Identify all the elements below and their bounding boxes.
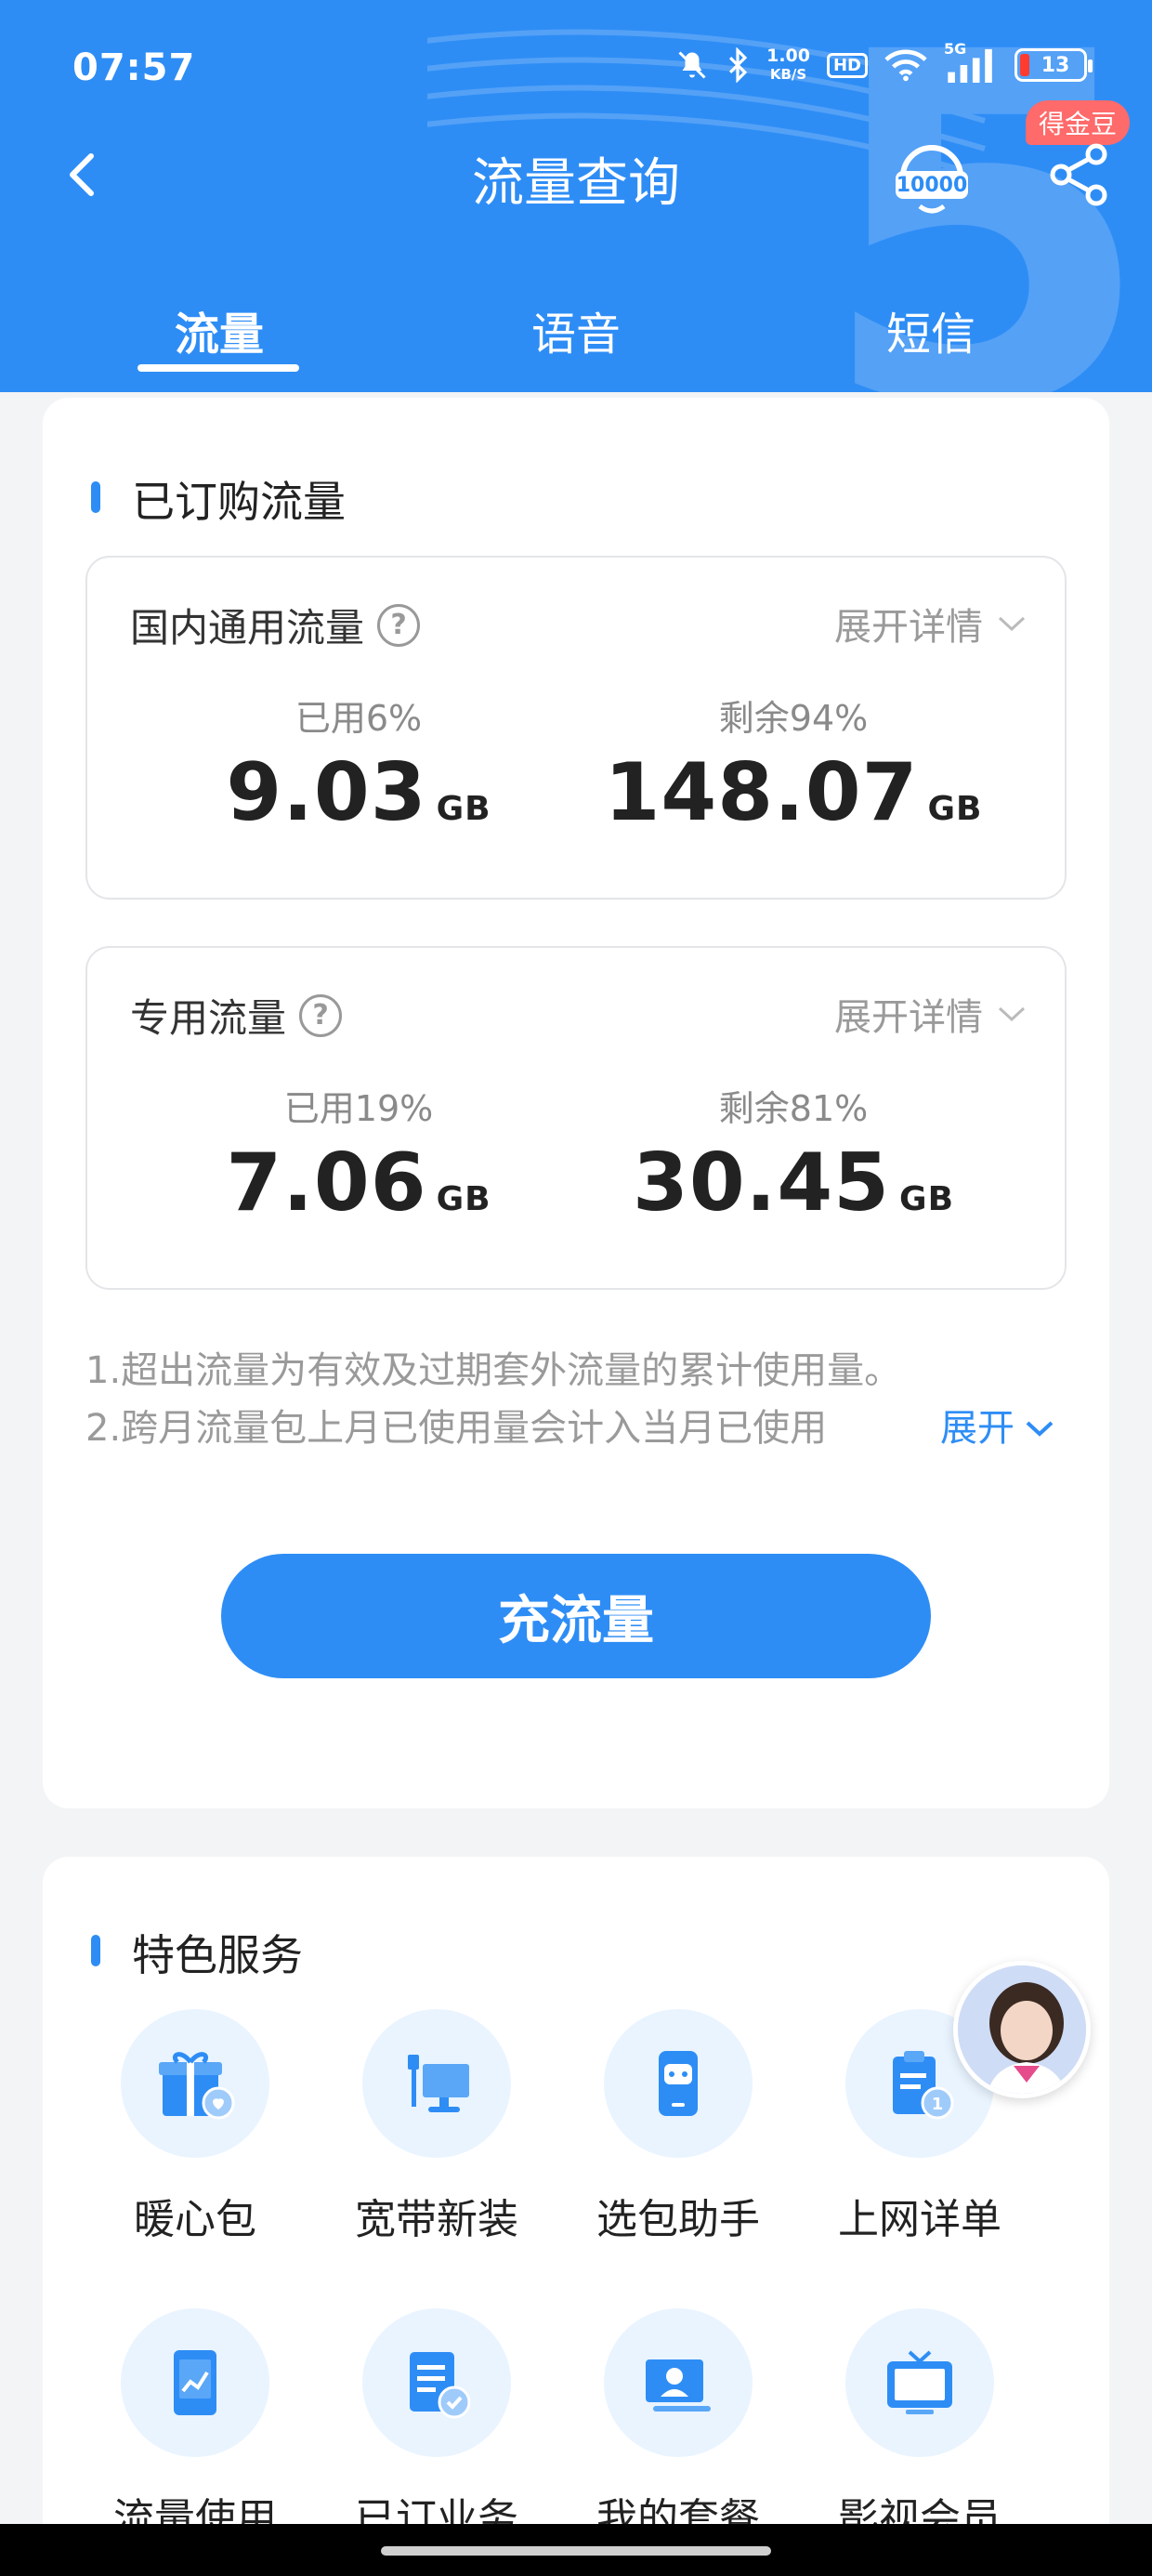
service-item-data-usage[interactable]: 流量使用	[93, 2308, 297, 2544]
usage-box-title: 专用流量 ?	[130, 987, 343, 1044]
remaining-percent: 剩余81%	[718, 1088, 869, 1129]
service-item-warm-package[interactable]: 暖心包	[93, 2009, 297, 2245]
usage-notes: 1.超出流量为有效及过期套外流量的累计使用量。 2.跨月流量包上月已使用量会计入…	[85, 1342, 1070, 1457]
tab-bar: 流量 语音 短信	[0, 288, 1152, 372]
tab-voice[interactable]: 语音	[465, 297, 687, 362]
section-accent-bar	[91, 1935, 100, 1966]
profile-card-icon	[646, 2359, 711, 2412]
signal-5g-icon: 5G	[944, 40, 998, 83]
tab-data[interactable]: 流量	[108, 297, 331, 362]
gold-bean-badge[interactable]: 得金豆	[1026, 100, 1131, 145]
bluetooth-icon	[726, 47, 750, 83]
broadband-icon	[408, 2055, 469, 2112]
remaining-column: 剩余94% 148.07 GB	[580, 690, 1007, 839]
remaining-amount: 30.45 GB	[632, 1137, 955, 1229]
tab-sms[interactable]: 短信	[819, 297, 1042, 362]
chevron-down-icon	[998, 616, 1026, 632]
section-title-services: 特色服务	[91, 1922, 303, 1983]
clipboard-icon: 1	[893, 2051, 954, 2120]
share-icon	[1050, 143, 1107, 206]
help-icon[interactable]: ?	[299, 993, 343, 1037]
usage-box-dedicated: 专用流量 ? 展开详情 已用19% 7.06 GB 剩余81% 30.45 GB	[85, 946, 1067, 1290]
remaining-amount: 148.07 GB	[604, 746, 983, 839]
mute-bell-icon	[675, 48, 709, 82]
phone-chart-icon	[174, 2350, 216, 2415]
svg-text:1: 1	[932, 2095, 944, 2114]
page-title: 流量查询	[472, 153, 680, 214]
expand-details-button[interactable]: 展开详情	[834, 597, 1028, 651]
wifi-icon	[884, 48, 927, 82]
document-check-icon	[410, 2352, 471, 2419]
10000-service-icon: 10000	[896, 145, 968, 214]
service-item-plan-assistant[interactable]: 选包助手	[576, 2009, 780, 2245]
gift-heart-icon	[159, 2052, 235, 2120]
featured-services-card: 特色服务 暖心包 宽带新装 选包助手 1 上网详单 流量使用 已订业务 我的套餐…	[43, 1857, 1109, 2563]
chevron-down-icon	[998, 1006, 1026, 1022]
header: 5G 07:57 1.00 KB/S HD 5G 13	[0, 0, 1152, 392]
section-title-subscribed: 已订购流量	[91, 468, 346, 530]
used-column: 已用6% 9.03 GB	[145, 690, 572, 839]
status-icons: 1.00 KB/S HD 5G 13	[675, 40, 1093, 84]
share-button[interactable]	[1048, 141, 1111, 208]
battery-indicator: 13	[1015, 48, 1093, 82]
status-bar: 07:57 1.00 KB/S HD 5G 13	[0, 0, 1152, 139]
svg-text:10000: 10000	[897, 174, 968, 197]
help-icon[interactable]: ?	[377, 603, 421, 647]
used-amount: 9.03 GB	[226, 746, 491, 839]
remaining-percent: 剩余94%	[718, 698, 869, 739]
section-accent-bar	[91, 481, 100, 513]
recharge-data-button[interactable]: 充流量	[221, 1554, 931, 1678]
service-item-subscribed-services[interactable]: 已订业务	[334, 2308, 539, 2544]
remaining-column: 剩余81% 30.45 GB	[580, 1080, 1007, 1229]
chevron-down-icon	[1026, 1421, 1054, 1437]
status-time: 07:57	[72, 46, 196, 89]
used-percent: 已用6%	[295, 698, 423, 739]
network-speed: 1.00 KB/S	[766, 46, 810, 83]
assistant-avatar[interactable]	[953, 1961, 1091, 2098]
service-item-my-plan[interactable]: 我的套餐	[576, 2308, 780, 2544]
used-amount: 7.06 GB	[226, 1137, 491, 1229]
service-item-video-membership[interactable]: 影视会员	[818, 2308, 1022, 2544]
customer-service-10000-button[interactable]: 10000	[892, 139, 972, 219]
used-percent: 已用19%	[283, 1088, 434, 1129]
usage-box-domestic: 国内通用流量 ? 展开详情 已用6% 9.03 GB 剩余94% 148.07 GB	[85, 556, 1067, 900]
note-line-2: 2.跨月流量包上月已使用量会计入当月已使用 展开	[85, 1400, 1070, 1457]
subscribed-data-card: 已订购流量 国内通用流量 ? 展开详情 已用6% 9.03 GB 剩余94% 14…	[43, 398, 1109, 1808]
system-navigation-bar	[0, 2524, 1152, 2576]
expand-details-button[interactable]: 展开详情	[834, 987, 1028, 1041]
used-column: 已用19% 7.06 GB	[145, 1080, 572, 1229]
notes-expand-link[interactable]: 展开	[940, 1400, 1055, 1457]
usage-box-title: 国内通用流量 ?	[130, 597, 421, 653]
active-tab-indicator	[137, 364, 299, 372]
note-line-1: 1.超出流量为有效及过期套外流量的累计使用量。	[85, 1349, 902, 1392]
home-gesture-handle[interactable]	[381, 2546, 771, 2556]
robot-phone-icon	[659, 2051, 698, 2116]
hd-badge: HD	[826, 52, 868, 78]
tv-icon	[887, 2350, 952, 2414]
service-item-broadband-install[interactable]: 宽带新装	[334, 2009, 539, 2245]
